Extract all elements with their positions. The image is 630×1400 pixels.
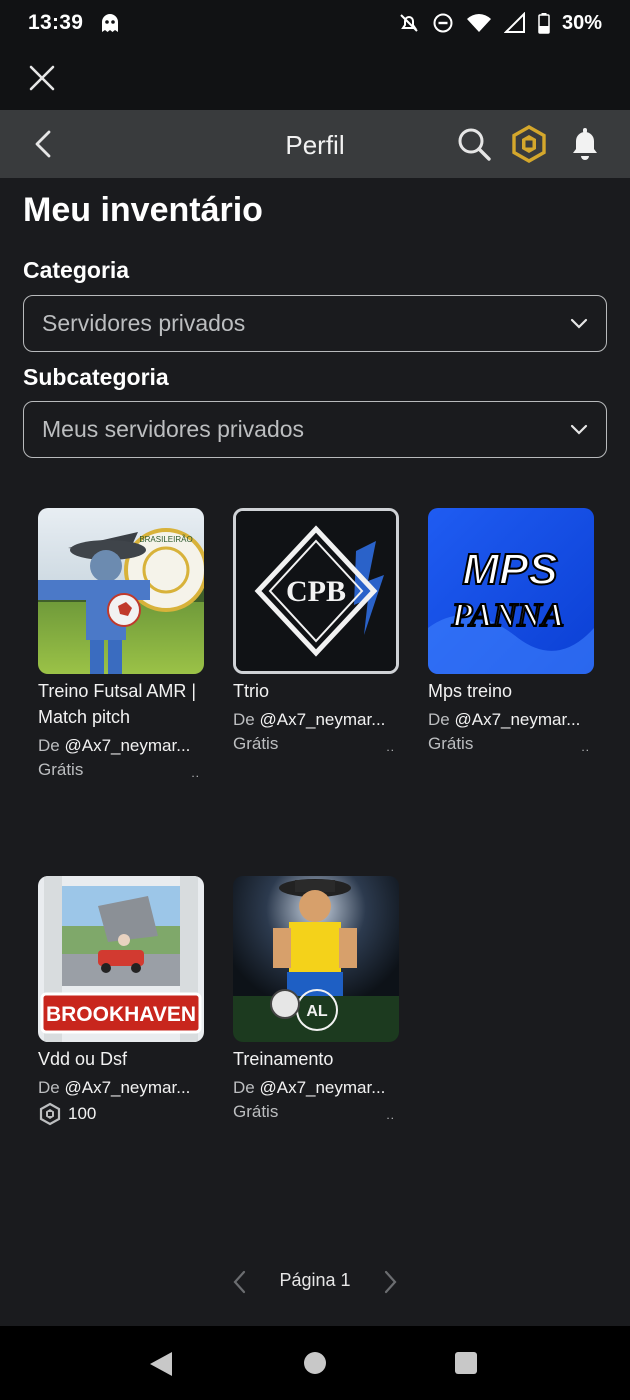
creator-name[interactable]: @Ax7_neymar...: [64, 1078, 190, 1097]
item-creator: De @Ax7_neymar...: [233, 710, 386, 729]
category-select[interactable]: Servidores privados: [23, 295, 607, 352]
item-price: Grátis: [233, 734, 279, 753]
notifications-off-icon: [400, 14, 418, 32]
item-price: 100: [38, 1102, 204, 1126]
status-time: 13:39: [28, 11, 84, 34]
item-price: Grátis: [38, 760, 84, 779]
more-options-icon[interactable]: ..: [581, 740, 590, 754]
pagination: Página 1: [0, 1262, 630, 1302]
chevron-down-icon: [570, 424, 588, 435]
subcategory-value: Meus servidores privados: [42, 416, 305, 442]
item-thumbnail[interactable]: CPB: [233, 508, 399, 674]
item-creator: De @Ax7_neymar...: [38, 1078, 191, 1097]
item-thumbnail[interactable]: BRASILEIRÃO: [38, 508, 204, 674]
item-thumbnail-image: CPB: [236, 511, 396, 671]
al-badge-text: AL: [306, 1003, 328, 1020]
system-navigation-bar: [0, 1326, 630, 1400]
item-title: Vdd ou Dsf: [38, 1049, 128, 1069]
subcategory-label: Subcategoria: [23, 364, 169, 390]
item-thumbnail-image: MPS PANNA: [428, 508, 594, 674]
item-creator: De @Ax7_neymar...: [428, 710, 581, 729]
item-title: Treinamento: [233, 1049, 334, 1069]
signal-icon: [503, 12, 525, 33]
item-thumbnail[interactable]: AL: [233, 876, 399, 1042]
item-price: Grátis: [428, 734, 474, 753]
item-thumbnail[interactable]: BROOKHAVEN: [38, 876, 204, 1042]
brasileirao-text: BRASILEIRÃO: [139, 535, 192, 544]
battery-percent: 30%: [561, 11, 602, 34]
brookhaven-text: BROOKHAVEN: [46, 1003, 196, 1026]
close-row: [0, 46, 630, 110]
search-icon[interactable]: [454, 124, 494, 164]
item-creator: De @Ax7_neymar...: [233, 1078, 386, 1097]
item-title: Mps treino: [428, 681, 513, 701]
creator-name[interactable]: @Ax7_neymar...: [259, 1078, 385, 1097]
creator-name[interactable]: @Ax7_neymar...: [454, 710, 580, 729]
page-indicator: Página 1: [279, 1270, 351, 1290]
inventory-item[interactable]: BRASILEIRÃO Treino Futsal AMR | Match pi…: [38, 508, 204, 780]
item-thumbnail-image: BROOKHAVEN: [38, 876, 204, 1042]
creator-name[interactable]: @Ax7_neymar...: [64, 736, 190, 755]
chevron-down-icon: [570, 318, 588, 329]
nav-recents-icon[interactable]: [455, 1352, 477, 1374]
wifi-icon: [466, 14, 491, 32]
robux-icon: [39, 1102, 61, 1126]
page-title: Meu inventário: [23, 191, 263, 229]
panna-text: PANNA: [451, 597, 565, 634]
cpb-text: CPB: [286, 575, 346, 608]
item-thumbnail-image: AL: [233, 876, 399, 1042]
inventory-item[interactable]: BROOKHAVEN Vdd ou Dsf De @Ax7_neymar... …: [38, 876, 204, 1126]
creator-name[interactable]: @Ax7_neymar...: [259, 710, 385, 729]
item-creator: De @Ax7_neymar...: [38, 736, 191, 755]
category-label: Categoria: [23, 257, 130, 283]
mps-text: MPS: [462, 545, 557, 594]
item-thumbnail[interactable]: MPS PANNA: [428, 508, 594, 674]
app-header: Perfil: [0, 110, 630, 178]
close-icon[interactable]: [26, 62, 58, 94]
item-thumbnail-image: BRASILEIRÃO: [38, 508, 204, 674]
more-options-icon[interactable]: ..: [386, 740, 395, 754]
more-options-icon[interactable]: ..: [386, 1108, 395, 1122]
inventory-item[interactable]: AL Treinamento De @Ax7_neymar... Grátis …: [233, 876, 399, 1122]
inventory-item[interactable]: CPB Ttrio De @Ax7_neymar... Grátis ..: [233, 508, 399, 754]
category-value: Servidores privados: [42, 310, 246, 336]
more-options-icon[interactable]: ..: [191, 766, 200, 780]
nav-back-icon[interactable]: [148, 1350, 174, 1378]
chevron-right-icon[interactable]: [380, 1270, 400, 1294]
item-price: Grátis: [233, 1102, 279, 1121]
battery-icon: [538, 13, 550, 34]
ghost-icon: [102, 14, 119, 32]
inventory-item[interactable]: MPS PANNA Mps treino De @Ax7_neymar... G…: [428, 508, 594, 754]
notification-bell-icon[interactable]: [566, 124, 604, 164]
do-not-disturb-icon: [433, 13, 453, 33]
item-title: Ttrio: [233, 681, 269, 701]
robux-icon[interactable]: [510, 124, 548, 164]
item-title: Treino Futsal AMR | Match pitch: [38, 681, 197, 727]
status-bar: 13:39 30%: [0, 0, 630, 46]
nav-home-icon[interactable]: [304, 1352, 326, 1374]
subcategory-select[interactable]: Meus servidores privados: [23, 401, 607, 458]
